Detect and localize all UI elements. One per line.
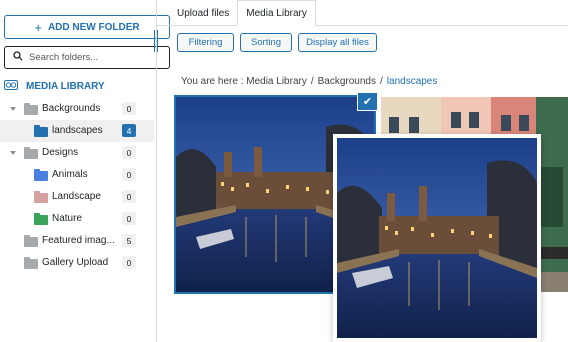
media-library-root[interactable]: MEDIA LIBRARY (4, 80, 105, 93)
sidebar-resize-handle[interactable] (154, 30, 158, 52)
folder-item-gallery-upload[interactable]: Gallery Upload 0 (0, 252, 154, 274)
search-folders-input[interactable] (29, 52, 149, 63)
folder-item-landscape[interactable]: Landscape 0 (0, 186, 154, 208)
filtering-button[interactable]: Filtering (177, 33, 234, 52)
folder-label: Backgrounds (42, 103, 101, 114)
breadcrumb-item-backgrounds[interactable]: Backgrounds (318, 76, 376, 87)
tab-upload-files[interactable]: Upload files (169, 0, 237, 26)
folder-label: Gallery Upload (42, 257, 109, 268)
folder-icon (24, 147, 38, 159)
folder-item-designs[interactable]: Designs 0 (0, 142, 154, 164)
sorting-button[interactable]: Sorting (240, 33, 292, 52)
folder-icon (24, 103, 38, 115)
folder-item-nature[interactable]: Nature 0 (0, 208, 154, 230)
caret-down-icon[interactable] (10, 107, 16, 111)
add-new-folder-label: ADD NEW FOLDER (47, 21, 140, 33)
folder-item-backgrounds[interactable]: Backgrounds 0 (0, 98, 154, 120)
folder-count-badge: 0 (122, 256, 136, 269)
breadcrumb-separator: / (310, 76, 314, 87)
folder-label: Nature (52, 213, 83, 224)
search-icon (13, 51, 23, 64)
folder-count-badge: 0 (122, 168, 136, 181)
media-library-icon (4, 80, 18, 93)
add-new-folder-button[interactable]: + ADD NEW FOLDER (4, 15, 170, 39)
folder-label: Landscape (52, 191, 101, 202)
media-library-label: MEDIA LIBRARY (26, 81, 105, 92)
breadcrumb-item-landscapes: landscapes (386, 76, 438, 87)
folder-count-badge: 0 (122, 146, 136, 159)
display-all-files-button[interactable]: Display all files (298, 33, 377, 52)
folder-item-landscapes[interactable]: landscapes 4 (0, 120, 154, 142)
breadcrumb-item-media-library[interactable]: Media Library (246, 76, 307, 87)
breadcrumb: You are here : Media Library / Backgrounds… (181, 76, 437, 87)
drag-preview (333, 134, 541, 342)
drag-preview-image (337, 138, 537, 338)
folder-count-badge: 4 (122, 124, 136, 137)
folder-sidebar: + ADD NEW FOLDER MEDIA LIBRARY Backgroun… (0, 0, 170, 342)
media-tabs: Upload files Media Library (169, 0, 316, 26)
caret-down-icon[interactable] (10, 151, 16, 155)
folder-item-featured-images[interactable]: Featured imag... 5 (0, 230, 154, 252)
folder-icon (34, 213, 48, 225)
folder-label: landscapes (52, 125, 103, 136)
plus-icon: + (34, 19, 42, 35)
folder-item-animals[interactable]: Animals 0 (0, 164, 154, 186)
folder-search-field[interactable] (4, 46, 170, 69)
folder-icon (24, 257, 38, 269)
folder-label: Featured imag... (42, 235, 115, 246)
folder-count-badge: 0 (122, 212, 136, 225)
folder-icon (34, 191, 48, 203)
breadcrumb-separator: / (380, 76, 383, 87)
folder-label: Designs (42, 147, 79, 158)
folder-count-badge: 5 (122, 234, 136, 247)
folder-icon (24, 235, 38, 247)
folder-count-badge: 0 (122, 190, 136, 203)
folder-label: Animals (52, 169, 88, 180)
breadcrumb-prefix: You are here : (181, 76, 244, 87)
folder-count-badge: 0 (122, 102, 136, 115)
folder-icon (34, 125, 48, 137)
checkmark-icon[interactable]: ✔ (357, 92, 378, 111)
folder-icon (34, 169, 48, 181)
tab-media-library[interactable]: Media Library (237, 0, 316, 26)
